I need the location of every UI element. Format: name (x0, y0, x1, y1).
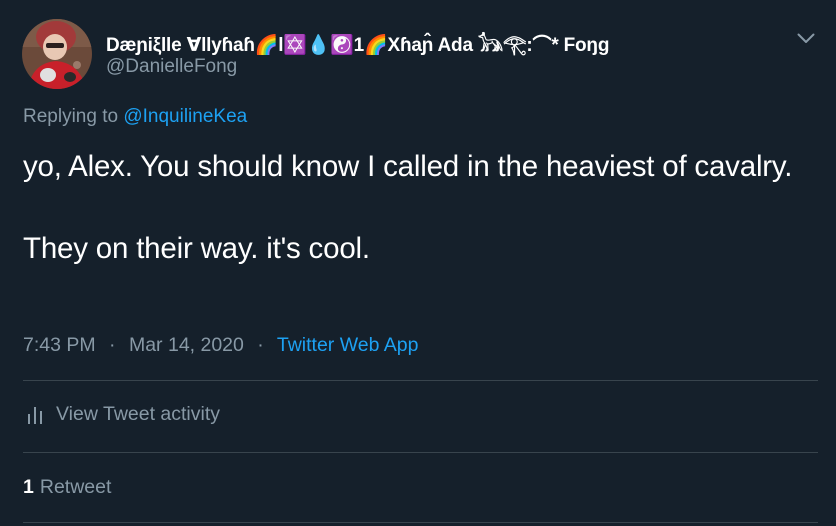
tweet-metadata: 7:43 PM · Mar 14, 2020 · Twitter Web App (23, 334, 419, 357)
tweet-text-line-1: yo, Alex. You should know I called in th… (23, 150, 793, 183)
retweet-count: 1 (23, 476, 34, 498)
avatar[interactable] (22, 19, 92, 89)
tweet-source-link[interactable]: Twitter Web App (277, 334, 419, 356)
meta-separator: · (109, 334, 116, 356)
tweet-date[interactable]: Mar 14, 2020 (129, 334, 244, 356)
handle[interactable]: @DanielleFong (106, 56, 237, 78)
tweet-text-line-2: They on their way. it's cool. (23, 232, 370, 265)
replying-to: Replying to @InquilineKea (23, 106, 247, 128)
chevron-down-icon (797, 33, 815, 43)
bar-chart-icon (26, 404, 46, 426)
more-options-button[interactable] (792, 24, 820, 52)
avatar-image (22, 19, 92, 89)
retweet-stats[interactable]: 1 Retweet (23, 476, 111, 499)
replying-to-label: Replying to (23, 106, 119, 127)
divider (23, 522, 818, 523)
retweet-label: Retweet (39, 476, 112, 498)
tweet-card: Dæɲiξlle ∀llyɦaɦ🌈l✡️💧☯️1🌈Xɦaɲ̂ Ada 𓃥𓂀:⌒*… (0, 0, 836, 526)
divider (23, 380, 818, 381)
divider (23, 452, 818, 453)
meta-separator: · (257, 334, 264, 356)
tweet-time[interactable]: 7:43 PM (23, 334, 96, 356)
view-tweet-activity-button[interactable]: View Tweet activity (26, 403, 220, 426)
tweet-text: yo, Alex. You should know I called in th… (23, 146, 813, 269)
replying-to-link[interactable]: @InquilineKea (123, 106, 247, 127)
display-name[interactable]: Dæɲiξlle ∀llyɦaɦ🌈l✡️💧☯️1🌈Xɦaɲ̂ Ada 𓃥𓂀:⌒*… (106, 27, 609, 58)
view-tweet-activity-label: View Tweet activity (56, 403, 221, 425)
